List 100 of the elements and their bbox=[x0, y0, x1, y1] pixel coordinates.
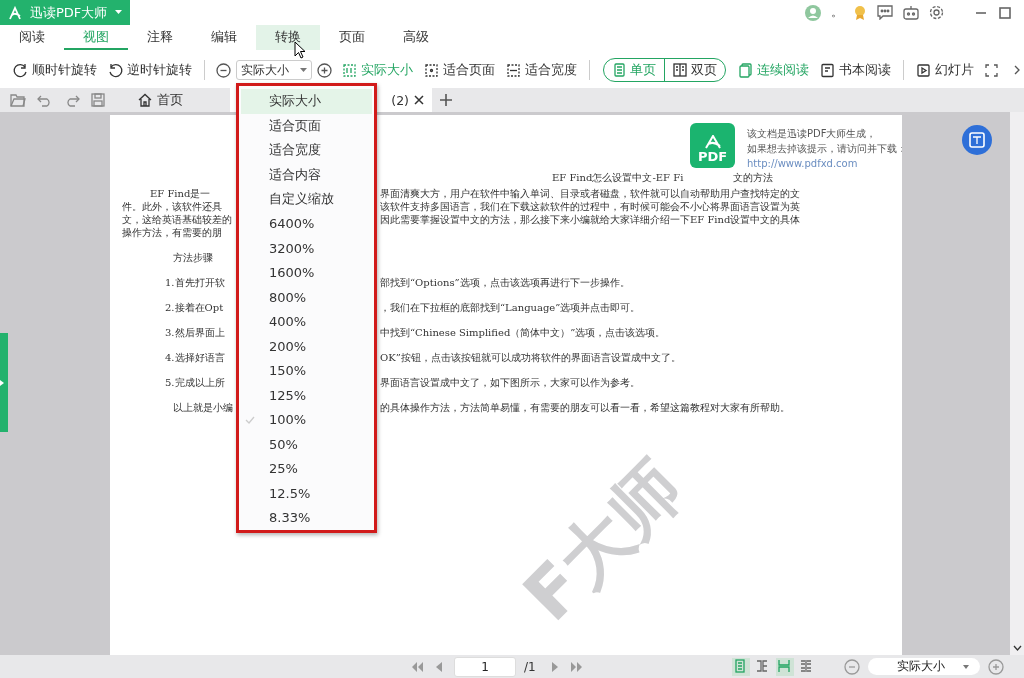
zoom-menu-item[interactable]: 6400% bbox=[241, 211, 372, 236]
slideshow-icon bbox=[916, 62, 931, 78]
step-text: 的具体操作方法，方法简单易懂，有需要的朋友可以看一看，希望这篇教程对大家有所帮助。 bbox=[380, 401, 790, 415]
toolbar-button[interactable]: 逆时针旋转 bbox=[103, 58, 197, 82]
close-icon[interactable] bbox=[414, 95, 424, 105]
zoom-menu-item[interactable]: 自定义缩放 bbox=[241, 187, 372, 212]
zoom-combo[interactable]: 实际大小 bbox=[236, 60, 312, 80]
last-page-icon[interactable] bbox=[569, 659, 584, 674]
document-title: EF Find怎么设置中文-EF Fi bbox=[552, 171, 684, 185]
translate-icon[interactable] bbox=[962, 125, 992, 155]
zoom-out-icon[interactable] bbox=[216, 62, 231, 78]
fullscreen-icon[interactable] bbox=[984, 62, 999, 78]
chevron-down-icon[interactable] bbox=[1012, 645, 1022, 651]
home-icon bbox=[138, 93, 152, 107]
single-page-icon[interactable] bbox=[731, 657, 750, 676]
notice-text: 该文档是迅读PDF大师生成， bbox=[747, 127, 878, 141]
step-text: ，我们在下拉框的底部找到“Language”选项并点击即可。 bbox=[380, 301, 641, 315]
step-text: 1.首先打开软 bbox=[165, 276, 225, 290]
caret-icon bbox=[962, 664, 969, 669]
logo-icon bbox=[8, 5, 22, 20]
view-mode-option[interactable]: 双页 bbox=[665, 59, 725, 81]
menu-tab[interactable]: 阅读 bbox=[0, 25, 64, 50]
rotate-counterclockwise-icon bbox=[108, 62, 123, 78]
toolbar-button[interactable]: 适合宽度 bbox=[501, 58, 582, 82]
zoom-in-icon[interactable] bbox=[317, 62, 332, 78]
step-text: 界面语言设置成中文了，如下图所示，大家可以作为参考。 bbox=[380, 376, 640, 390]
document-tab[interactable]: 首页 bbox=[130, 88, 230, 112]
zoom-menu-item[interactable]: 适合宽度 bbox=[241, 138, 372, 163]
pdf-logo: PDF bbox=[690, 123, 735, 168]
step-text: 3.然后界面上 bbox=[165, 326, 225, 340]
notice-link[interactable]: http://www.pdfxd.com bbox=[747, 158, 858, 169]
menu-tab[interactable]: 注释 bbox=[128, 25, 192, 50]
chat-icon[interactable] bbox=[877, 5, 893, 20]
toolbar-button[interactable]: 适合页面 bbox=[419, 58, 500, 82]
zoom-menu-item[interactable]: 3200% bbox=[241, 236, 372, 261]
zoom-menu-item[interactable]: 1600% bbox=[241, 260, 372, 285]
section-heading: 方法步骤 bbox=[173, 251, 213, 265]
cursor-icon bbox=[294, 41, 306, 59]
save-icon[interactable] bbox=[91, 93, 105, 107]
step-text: 4.选择好语言 bbox=[165, 351, 225, 365]
app-title: 迅读PDF大师 bbox=[30, 3, 108, 22]
zoom-menu-item[interactable]: 8.33% bbox=[241, 505, 372, 530]
actual-size-icon bbox=[342, 62, 357, 78]
step-text: 部找到“Options”选项，点击该选项再进行下一步操作。 bbox=[380, 276, 630, 290]
rotate-clockwise-icon bbox=[13, 62, 28, 78]
avatar-icon[interactable] bbox=[805, 4, 821, 21]
double-page-icon bbox=[673, 63, 687, 77]
zoom-menu-item[interactable]: 25% bbox=[241, 456, 372, 481]
zoom-value: 实际大小 bbox=[241, 61, 289, 79]
logo-icon bbox=[703, 135, 722, 149]
continuous-pages-icon[interactable] bbox=[775, 657, 794, 676]
single-page-icon bbox=[612, 63, 626, 77]
step-text: OK”按钮，点击该按钮就可以成功将软件的界面语言设置成中文了。 bbox=[380, 351, 681, 365]
menu-tab[interactable]: 编辑 bbox=[192, 25, 256, 50]
zoom-value: 实际大小 bbox=[896, 658, 945, 675]
menu-tab[interactable]: 高级 bbox=[384, 25, 448, 50]
fit-width-icon bbox=[506, 62, 521, 78]
zoom-combo[interactable]: 实际大小 bbox=[867, 658, 980, 675]
page-number-field[interactable]: 1 bbox=[454, 656, 516, 677]
menu-tab[interactable]: 页面 bbox=[320, 25, 384, 50]
zoom-menu-item[interactable]: 400% bbox=[241, 309, 372, 334]
status-mark: 。 bbox=[831, 4, 843, 21]
zoom-menu-item[interactable]: 200% bbox=[241, 334, 372, 359]
step-text: 以上就是小编 bbox=[173, 401, 233, 415]
toolbar-button[interactable]: 顺时针旋转 bbox=[8, 58, 102, 82]
caret-icon bbox=[300, 67, 307, 73]
side-panel-handle[interactable] bbox=[0, 333, 8, 432]
caret-right-icon bbox=[0, 379, 4, 386]
zoom-menu-item[interactable]: 150% bbox=[241, 358, 372, 383]
folder-icon[interactable] bbox=[10, 93, 26, 107]
toolbar-button[interactable]: 幻灯片 bbox=[911, 58, 979, 82]
zoom-menu-item[interactable]: 适合内容 bbox=[241, 162, 372, 187]
zoom-menu-item[interactable]: 适合页面 bbox=[241, 113, 372, 138]
maximize-icon[interactable] bbox=[998, 5, 1012, 20]
settings-icon[interactable] bbox=[929, 5, 944, 20]
step-text: 5.完成以上所 bbox=[165, 376, 225, 390]
paragraph-text: 件。此外，该软件还具 bbox=[122, 200, 222, 213]
document-title: 文的方法 bbox=[733, 171, 774, 185]
add-tab-icon[interactable] bbox=[440, 94, 452, 106]
zoom-menu-item[interactable]: 12.5% bbox=[241, 481, 372, 506]
menu-tab[interactable]: 转换 bbox=[256, 25, 320, 50]
zoom-menu-item[interactable]: 800% bbox=[241, 285, 372, 310]
zoom-menu-item[interactable]: 100% bbox=[241, 407, 372, 432]
undo-icon[interactable] bbox=[37, 93, 53, 107]
paragraph-text: 因此需要掌握设置中文的方法，那么接下来小编就给大家详细介绍一下EF Find设置中文的具体 bbox=[380, 213, 801, 226]
book-icon bbox=[820, 62, 835, 78]
toolbar-button[interactable]: 书本阅读 bbox=[815, 58, 896, 82]
scrollbar[interactable] bbox=[1010, 112, 1024, 655]
redo-icon[interactable] bbox=[64, 93, 80, 107]
pages-icon bbox=[738, 62, 753, 78]
fit-page-icon bbox=[424, 62, 439, 78]
robot-icon[interactable] bbox=[903, 5, 919, 20]
paragraph-text: 操作方法，有需要的朋 bbox=[122, 226, 222, 239]
medal-icon[interactable] bbox=[853, 4, 867, 21]
paragraph-text: 该软件支持多国语言，我们在下载这款软件的过程中，有时候可能会不小心将界面语言设置为英 bbox=[380, 200, 800, 213]
caret-icon[interactable] bbox=[115, 10, 123, 15]
step-text: 中找到“Chinese Simplified（简体中文）”选项，点击该选项。 bbox=[380, 326, 666, 340]
zoom-menu-item[interactable]: 50% bbox=[241, 432, 372, 457]
zoom-menu-item[interactable]: 125% bbox=[241, 383, 372, 408]
zoom-menu-item[interactable]: 实际大小 bbox=[241, 89, 372, 114]
